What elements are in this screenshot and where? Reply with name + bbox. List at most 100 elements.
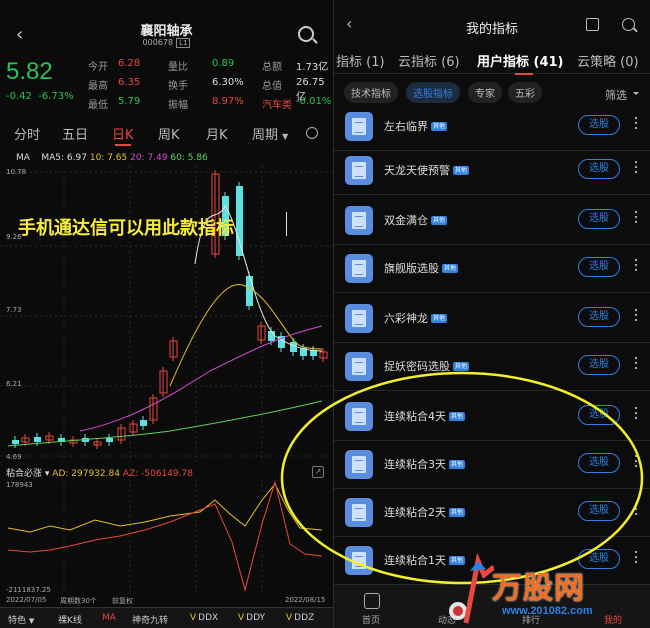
add-icon[interactable] [586, 18, 599, 31]
more-icon[interactable] [634, 258, 638, 276]
select-stock-button[interactable]: 选股 [578, 355, 620, 375]
quote-label: 汽车类 [262, 100, 292, 111]
expand-icon[interactable]: ↗ [312, 466, 324, 478]
more-icon[interactable] [634, 160, 638, 178]
category-tag: 其他 [453, 362, 470, 371]
filter-dropdown[interactable]: 筛选 [605, 87, 639, 103]
more-icon[interactable] [634, 210, 638, 228]
indicator-row[interactable]: 双金满仓 其他 选股 [334, 196, 650, 245]
formula-icon [345, 304, 373, 333]
indicator-name-text: 连续粘合3天 [384, 458, 446, 471]
settings-icon[interactable] [306, 127, 318, 139]
tab-daily-k[interactable]: 日K [112, 124, 134, 146]
tab-monthly-k[interactable]: 月K [206, 124, 228, 143]
quote-value: 5.79 [118, 96, 141, 107]
price-change: -0.42 -6.73% [6, 91, 74, 102]
candle-body [34, 437, 41, 442]
indicator-name: 双金满仓 其他 [384, 212, 448, 228]
formula-icon [345, 546, 373, 575]
indicator-row[interactable]: 六彩神龙 其他 选股 [334, 294, 650, 343]
watermark-url: www.201082.com [502, 605, 593, 617]
indicator-name: 粘合必涨 [6, 469, 43, 479]
indicator-name-text: 天龙天使预警 [384, 164, 450, 177]
header: ‹ 我的指标 [334, 0, 650, 42]
indicator-chart[interactable] [0, 480, 333, 595]
select-stock-button[interactable]: 选股 [578, 159, 620, 179]
ad-value: AD: 297932.84 [52, 469, 120, 479]
chip-five-color[interactable]: 五彩 [508, 82, 542, 103]
v-icon: V [238, 613, 245, 623]
more-icon[interactable] [634, 116, 638, 134]
candlestick-chart[interactable] [0, 166, 333, 462]
feature-label: 特色 [8, 616, 27, 626]
indicator-row[interactable]: 左右临界 其他 选股 [334, 110, 650, 151]
formula-icon [345, 156, 373, 185]
formula-icon [345, 498, 373, 527]
select-stock-button[interactable]: 选股 [578, 209, 620, 229]
chip-stock-pick[interactable]: 选股指标 [406, 82, 460, 103]
quote-label: 振幅 [168, 100, 188, 111]
tab-cloud-strategy[interactable]: 云策略 (0) [577, 51, 639, 70]
indicator-name-text: 旗舰版选股 [384, 262, 439, 275]
candle-body [140, 420, 147, 426]
ddx-button[interactable]: V DDX [190, 613, 218, 623]
feature-button[interactable]: 特色 ▼ [8, 613, 34, 626]
y-label-bottom: 4.69 [6, 453, 22, 461]
quote-label: 最高 [88, 81, 108, 92]
caret-down-icon: ▼ [282, 132, 289, 141]
quote-value: 6.30% [212, 77, 244, 88]
indicator-row[interactable]: 连续粘合3天 其他 选股 [334, 440, 650, 489]
indicator-row[interactable]: 捉妖密码选股 其他 选股 [334, 342, 650, 391]
tab-user-indicator[interactable]: 用户指标 (41) [477, 51, 564, 75]
indicator-row[interactable]: 天龙天使预警 其他 选股 [334, 146, 650, 195]
search-icon[interactable] [298, 26, 314, 42]
select-stock-button[interactable]: 选股 [578, 307, 620, 327]
indicator-row[interactable]: 连续粘合4天 其他 选股 [334, 392, 650, 441]
ma5-value: MA5: 6.97 [41, 153, 87, 163]
magic-nine-button[interactable]: 神奇九转 [132, 613, 168, 626]
price-adjust: 前复权 [112, 597, 133, 605]
select-stock-button[interactable]: 选股 [578, 405, 620, 425]
formula-icon [345, 450, 373, 479]
select-stock-button[interactable]: 选股 [578, 257, 620, 277]
quote-label: 今开 [88, 62, 108, 73]
select-stock-button[interactable]: 选股 [578, 501, 620, 521]
formula-icon [345, 206, 373, 235]
ddz-button[interactable]: V DDZ [286, 613, 314, 623]
naked-k-button[interactable]: 裸K线 [58, 613, 82, 626]
caret-icon: ▼ [28, 617, 35, 625]
stock-code-number: 000678 [142, 38, 174, 47]
ma-button[interactable]: MA [102, 613, 116, 623]
tab-weekly-k[interactable]: 周K [158, 124, 180, 143]
watermark-name: 万股网 [492, 571, 585, 606]
tab-intraday[interactable]: 分时 [14, 124, 40, 143]
tab-period[interactable]: 周期 ▼ [252, 124, 288, 143]
quote-label: 总值 [262, 81, 282, 92]
screenshot-root: ‹ 襄阳轴承 000678 L1 5.82 -0.42 -6.73% 今开 6.28… [0, 0, 650, 628]
indicator-row[interactable]: 连续粘合2天 其他 选股 [334, 488, 650, 537]
tab-indicator[interactable]: 指标 (1) [336, 51, 385, 70]
tab-cloud-indicator[interactable]: 云指标 (6) [398, 51, 460, 70]
v-icon: V [190, 613, 197, 623]
chip-technical[interactable]: 技术指标 [344, 82, 398, 103]
search-icon[interactable] [622, 18, 635, 31]
chip-expert[interactable]: 专家 [468, 82, 502, 103]
more-icon[interactable] [634, 454, 638, 472]
select-stock-button[interactable]: 选股 [578, 115, 620, 135]
indicator-name-text: 六彩神龙 [384, 312, 428, 325]
indicator-toolbar: 特色 ▼ 裸K线 MA 神奇九转 V DDX V DDY V DDZ [0, 607, 333, 628]
tab-five-day[interactable]: 五日 [62, 124, 88, 143]
ddz-label: DDZ [294, 613, 315, 623]
quote-value: 6.28 [118, 58, 141, 69]
formula-icon [345, 112, 373, 141]
nav-home[interactable]: 首页 [362, 613, 380, 626]
more-icon[interactable] [634, 406, 638, 424]
more-icon[interactable] [634, 502, 638, 520]
more-icon[interactable] [634, 356, 638, 374]
ddy-label: DDY [246, 613, 266, 623]
y-label-4: 6.21 [6, 380, 22, 388]
select-stock-button[interactable]: 选股 [578, 453, 620, 473]
more-icon[interactable] [634, 308, 638, 326]
ddy-button[interactable]: V DDY [238, 613, 265, 623]
indicator-row[interactable]: 旗舰版选股 其他 选股 [334, 244, 650, 293]
